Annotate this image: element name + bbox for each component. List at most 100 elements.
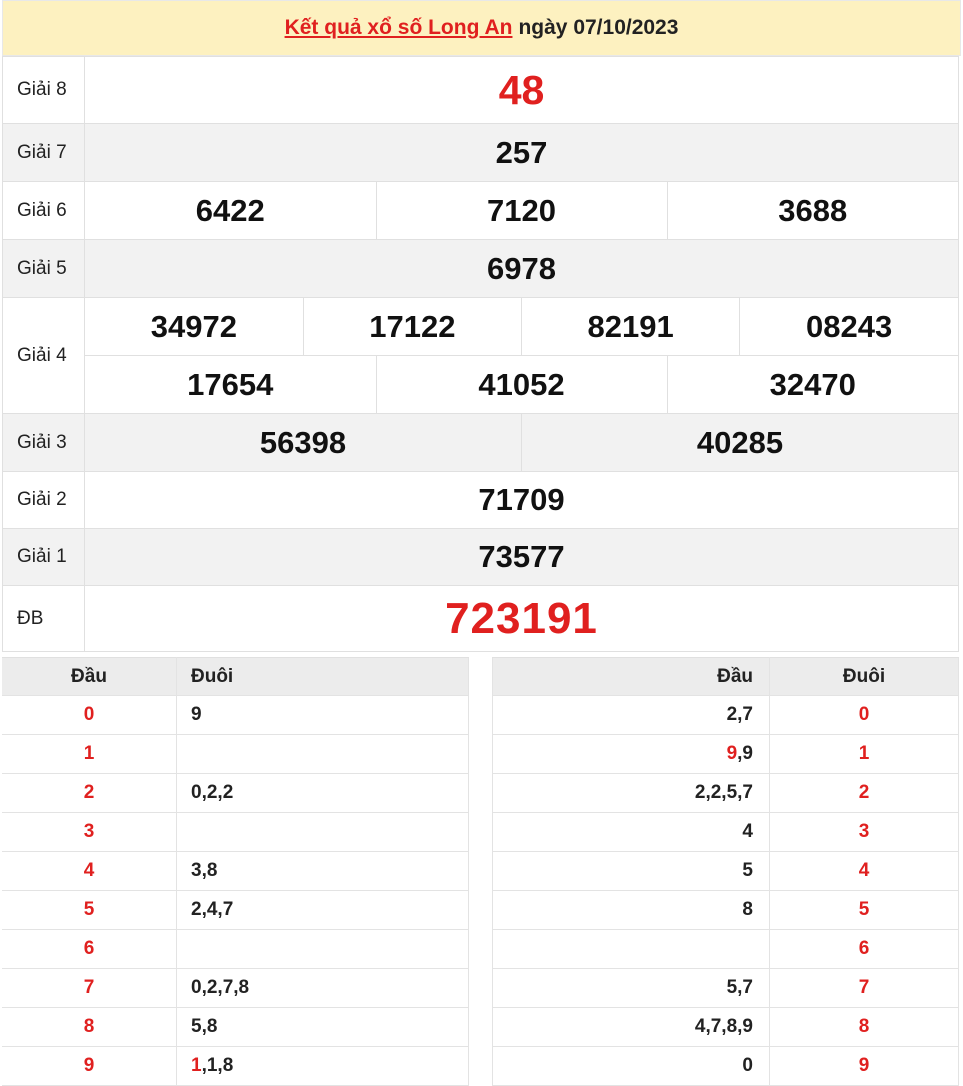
row-key: 0 <box>769 695 959 735</box>
prize-number: 40285 <box>521 414 958 471</box>
table-row: 1 <box>2 734 469 774</box>
result-date: ngày 07/10/2023 <box>518 16 679 39</box>
row-value: 0 <box>742 1055 753 1076</box>
row-values: 4 <box>492 812 770 852</box>
row-value: 5 <box>742 860 753 881</box>
row-value: 2,7 <box>726 704 753 725</box>
prize-number: 32470 <box>666 355 958 413</box>
table-row: 2,7 0 <box>492 695 959 735</box>
prize-number: 17654 <box>187 366 274 402</box>
header-dau: Đầu <box>492 657 770 696</box>
prize-row-g8: Giải 8 48 <box>2 56 959 124</box>
row-values <box>176 929 469 969</box>
row-values: 9 <box>176 695 469 735</box>
province-result-link[interactable]: Kết quả xổ số Long An <box>285 16 513 40</box>
prize-number: 3688 <box>666 182 958 239</box>
table-row: 2,2,5,7 2 <box>492 773 959 813</box>
prize-number: 48 <box>498 66 545 113</box>
row-values <box>492 929 770 969</box>
row-value: ,9 <box>737 743 753 764</box>
row-values: 5,7 <box>492 968 770 1008</box>
header-dau: Đầu <box>2 657 177 696</box>
prize-row-g5: Giải 5 6978 <box>2 239 959 298</box>
header-duoi: Đuôi <box>176 657 469 696</box>
prize-number: 71709 <box>478 482 565 517</box>
prize-label: Giải 3 <box>2 413 85 472</box>
prize-row-g1: Giải 1 73577 <box>2 528 959 586</box>
row-key: 2 <box>769 773 959 813</box>
prize-number: 41052 <box>375 355 667 413</box>
row-values: 0,2,2 <box>176 773 469 813</box>
prize-label: Giải 2 <box>2 471 85 529</box>
row-key: 4 <box>2 851 177 891</box>
row-key: 3 <box>2 812 177 852</box>
prize-number: 73577 <box>478 539 565 574</box>
row-key: 1 <box>2 734 177 774</box>
prize-label: Giải 5 <box>2 239 85 298</box>
row-values <box>176 734 469 774</box>
prize-number: 82191 <box>520 298 740 355</box>
table-row: 6 <box>492 929 959 969</box>
row-value: 5,8 <box>191 1016 218 1037</box>
prize-label: Giải 7 <box>2 123 85 182</box>
prize-label: Giải 1 <box>2 528 85 586</box>
table-row: 5,7 7 <box>492 968 959 1008</box>
loto-tables: Đầu Đuôi 09 1 2 0,2,2 3 4 3,8 5 2,4,7 6 7 0,… <box>2 657 959 1086</box>
row-highlight: 1 <box>191 1055 202 1076</box>
row-values: 3,8 <box>176 851 469 891</box>
row-key: 2 <box>2 773 177 813</box>
row-highlight: 9 <box>726 743 738 764</box>
prize-number: 34972 <box>150 308 237 344</box>
prize-table: Giải 8 48 Giải 7 257 Giải 6 6422 7120 36… <box>2 56 959 652</box>
row-key: 7 <box>2 968 177 1008</box>
row-values: 4,7,8,9 <box>492 1007 770 1047</box>
row-key: 6 <box>2 929 177 969</box>
prize-number: 6978 <box>487 250 556 286</box>
prize-number: 08243 <box>739 298 958 355</box>
row-values: 2,7 <box>492 695 770 735</box>
row-value: 2,2,5,7 <box>694 782 753 803</box>
row-value: 3,8 <box>191 860 218 881</box>
header-duoi: Đuôi <box>769 657 959 696</box>
prize-row-g7: Giải 7 257 <box>2 123 959 182</box>
row-value: ,1,8 <box>201 1055 234 1076</box>
table-row: 2 0,2,2 <box>2 773 469 813</box>
prize-row-g2: Giải 2 71709 <box>2 471 959 529</box>
table-row: 7 0,2,7,8 <box>2 968 469 1008</box>
row-value: 8 <box>742 899 753 920</box>
prize-number: 6422 <box>195 192 265 228</box>
result-title: Kết quả xổ số Long An ngày 07/10/2023 <box>2 0 961 56</box>
row-key: 1 <box>769 734 959 774</box>
prize-number: 56398 <box>85 414 522 471</box>
row-values <box>176 812 469 852</box>
prize-label: Giải 8 <box>2 56 85 124</box>
prize-label: Giải 6 <box>2 181 85 240</box>
prize-label: ĐB <box>2 585 85 652</box>
row-value: 2,4,7 <box>191 899 234 920</box>
row-value: 0,2,7,8 <box>191 977 250 998</box>
row-values: 5 <box>492 851 770 891</box>
row-values: 0,2,7,8 <box>176 968 469 1008</box>
dau-table: Đầu Đuôi 09 1 2 0,2,2 3 4 3,8 5 2,4,7 6 7 0,… <box>2 657 469 1086</box>
table-row: 54 <box>492 851 959 891</box>
row-key: 8 <box>769 1007 959 1047</box>
row-key: 0 <box>2 695 177 735</box>
prize-row-g3: Giải 3 56398 40285 <box>2 413 959 472</box>
row-values: 2,4,7 <box>176 890 469 930</box>
prize-label: Giải 4 <box>2 297 85 414</box>
row-value: 9 <box>191 704 202 725</box>
row-values: 5,8 <box>176 1007 469 1047</box>
table-row: 6 <box>2 929 469 969</box>
row-values: 2,2,5,7 <box>492 773 770 813</box>
lottery-result-panel: Kết quả xổ số Long An ngày 07/10/2023 Gi… <box>2 0 961 1086</box>
row-value: 4,7,8,9 <box>694 1016 753 1037</box>
prize-number: 7120 <box>375 182 667 239</box>
table-row: 9,9 1 <box>492 734 959 774</box>
table-row: 8 5,8 <box>2 1007 469 1047</box>
row-key: 8 <box>2 1007 177 1047</box>
prize-row-g4: Giải 4 34972 17122 82191 08243 17654 410… <box>2 297 959 414</box>
table-row: 4,7,8,9 8 <box>492 1007 959 1047</box>
table-row: 4 3,8 <box>2 851 469 891</box>
table-row: 5 2,4,7 <box>2 890 469 930</box>
duoi-table: Đầu Đuôi 2,7 0 9,9 1 2,2,5,7 2 43 54 85 6 5… <box>492 657 959 1086</box>
